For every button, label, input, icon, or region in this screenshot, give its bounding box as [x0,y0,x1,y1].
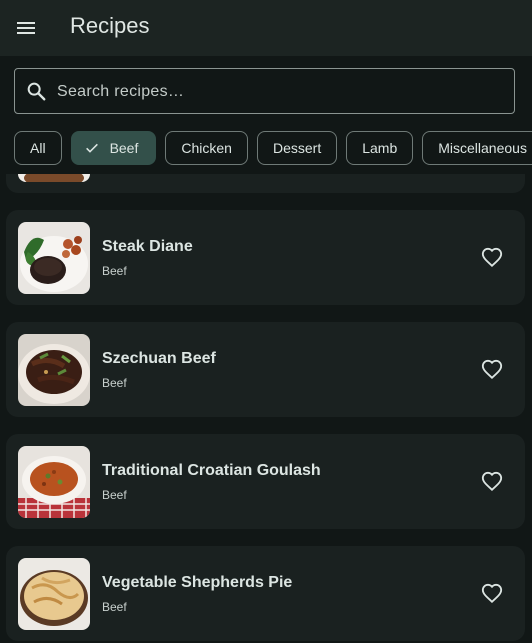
chip-label: All [30,140,46,156]
check-icon [85,143,98,153]
recipe-category: Beef [102,376,127,390]
recipe-category: Beef [102,600,127,614]
search-icon [27,82,46,101]
filter-chip-miscellaneous[interactable]: Miscellaneous [422,131,532,165]
recipe-thumbnail [18,446,90,518]
search-field[interactable] [14,68,515,115]
favorite-heart-icon[interactable] [481,471,503,493]
recipe-card-szechuan-beef[interactable]: Szechuan Beef Beef [6,322,525,417]
recipe-category: Beef [102,488,127,502]
recipe-category: Beef [102,264,127,278]
filter-chip-dessert[interactable]: Dessert [256,131,338,165]
recipe-card-steak-diane[interactable]: Steak Diane Beef [6,210,525,305]
recipe-thumbnail [18,334,90,406]
recipe-card-croatian-goulash[interactable]: Traditional Croatian Goulash Beef [6,434,525,529]
favorite-heart-icon[interactable] [481,359,503,381]
favorite-heart-icon[interactable] [481,583,503,605]
chip-label: Lamb [362,140,398,156]
category-filter-chips: All Beef Chicken Dessert Lamb Miscellane… [14,131,532,165]
app-bar: Recipes [0,0,532,56]
chip-label: Miscellaneous [438,140,527,156]
recipe-name: Steak Diane [102,238,193,255]
recipe-thumbnail [18,558,90,630]
chip-label: Chicken [181,140,232,156]
recipe-name: Traditional Croatian Goulash [102,462,321,479]
filter-chip-lamb[interactable]: Lamb [346,131,414,165]
page-title: Recipes [70,13,150,38]
filter-chip-beef[interactable]: Beef [70,131,157,165]
recipe-thumbnail [18,222,90,294]
recipe-name: Vegetable Shepherds Pie [102,574,293,591]
chip-label: Beef [109,140,139,156]
search-input[interactable] [55,69,499,115]
filter-chip-chicken[interactable]: Chicken [165,131,248,165]
search-filter-area: All Beef Chicken Dessert Lamb Miscellane… [0,56,532,174]
menu-icon[interactable] [14,16,38,40]
favorite-heart-icon[interactable] [481,247,503,269]
recipe-name: Szechuan Beef [102,350,216,367]
chip-label: Dessert [272,140,322,156]
filter-chip-all[interactable]: All [14,131,62,165]
recipe-card-vegetable-shepherds-pie[interactable]: Vegetable Shepherds Pie Beef [6,546,525,641]
